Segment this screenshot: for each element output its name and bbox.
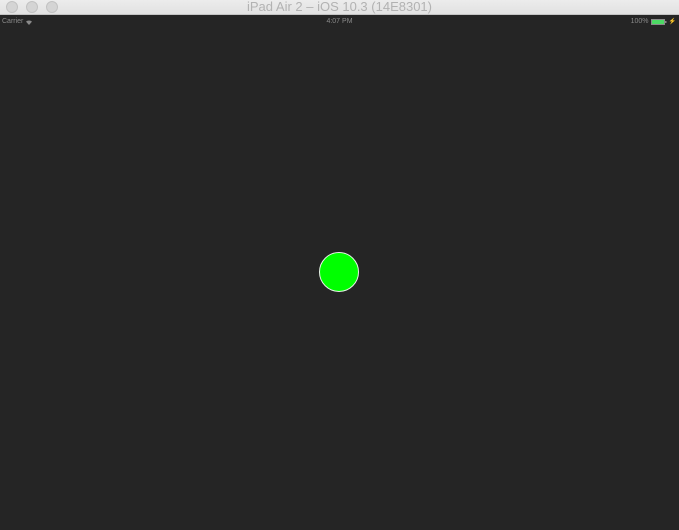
battery-icon — [650, 18, 667, 25]
charge-icon: ⚡ — [668, 18, 676, 25]
battery-percent: 100% — [630, 18, 649, 25]
window-titlebar[interactable]: iPad Air 2 – iOS 10.3 (14E8301) — [0, 0, 679, 15]
battery-info: 100% ⚡ — [631, 18, 676, 25]
ios-status-bar: Carrier 4:07 PM 100% ⚡ — [0, 15, 679, 29]
green-circle[interactable] — [319, 252, 359, 292]
status-time: 4:07 PM — [326, 18, 353, 25]
window-title: iPad Air 2 – iOS 10.3 (14E8301) — [246, 0, 432, 14]
device-screen[interactable]: Carrier 4:07 PM 100% ⚡ — [0, 15, 679, 530]
simulator-window: iPad Air 2 – iOS 10.3 (14E8301) Carrier … — [0, 0, 679, 530]
